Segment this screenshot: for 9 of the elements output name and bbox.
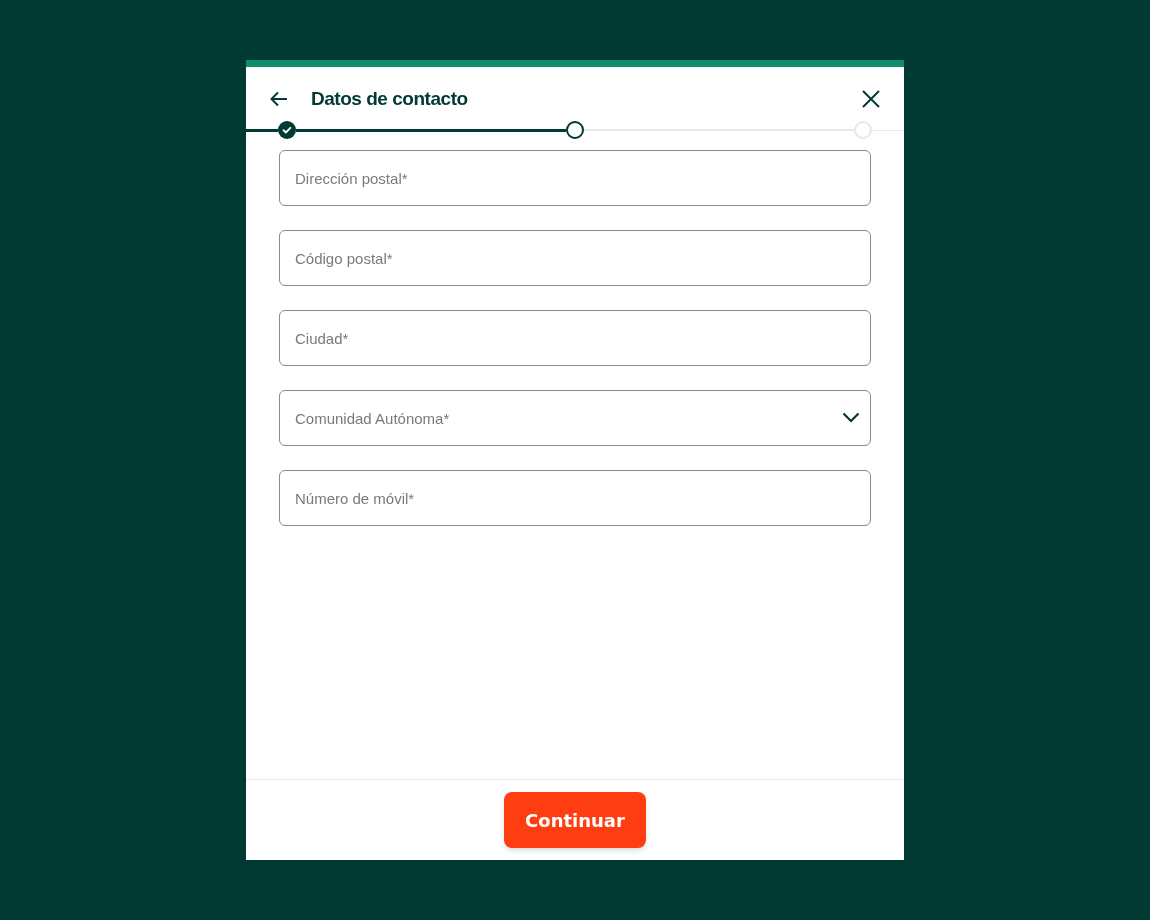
input-field[interactable]: Dirección postal* <box>279 150 871 206</box>
chevron-down-icon <box>842 412 860 423</box>
select-field[interactable]: Comunidad Autónoma* <box>279 390 871 446</box>
input-field[interactable]: Código postal* <box>279 230 871 286</box>
input-field[interactable]: Ciudad* <box>279 310 871 366</box>
dialog-title: Datos de contacto <box>311 86 468 111</box>
continue-button[interactable]: Continuar <box>504 792 646 848</box>
input-field[interactable]: Número de móvil* <box>279 470 871 526</box>
close-icon[interactable] <box>860 88 882 110</box>
